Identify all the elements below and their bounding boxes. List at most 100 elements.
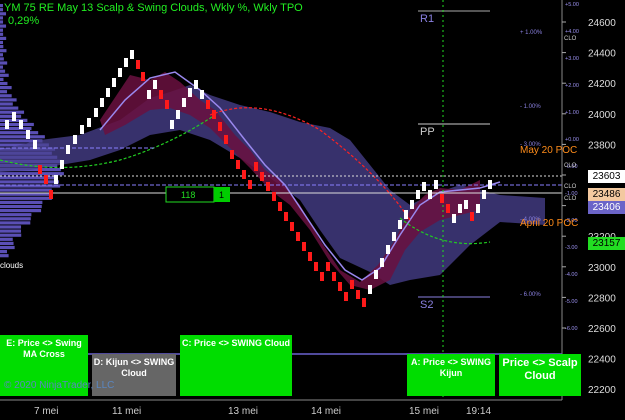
- profile-bar: [0, 229, 21, 233]
- bear-bar: [218, 122, 222, 131]
- profile-bar: [0, 40, 3, 45]
- bull-bar: [386, 245, 390, 254]
- bear-bar: [302, 242, 306, 251]
- pp-label: PP: [420, 126, 435, 138]
- percent-axis-label: -3.00: [565, 245, 578, 251]
- profile-bar: [0, 36, 7, 40]
- price-tick-label: 24600: [588, 18, 616, 29]
- bull-bar: [112, 78, 116, 87]
- bull-bar: [410, 200, 414, 209]
- price-tick-label: 23000: [588, 263, 616, 274]
- bull-bar: [182, 98, 186, 107]
- bull-bar: [130, 50, 134, 59]
- price-marker-poc: 23486: [588, 188, 625, 201]
- bear-bar: [290, 222, 294, 231]
- profile-bar: [0, 32, 4, 36]
- profile-bar: [0, 61, 8, 65]
- bull-bar: [94, 108, 98, 117]
- bear-bar: [38, 165, 42, 174]
- profile-bar: [0, 250, 7, 254]
- bull-bar: [73, 135, 77, 144]
- profile-bar: [0, 176, 58, 180]
- bear-bar: [224, 135, 228, 144]
- bull-bar: [422, 182, 426, 191]
- bull-bar: [194, 80, 198, 89]
- bull-bar: [464, 200, 468, 209]
- price-tick-label: 22800: [588, 293, 616, 304]
- signal-box-c[interactable]: C: Price <> SWING Cloud: [180, 335, 292, 396]
- time-label: 7 mei: [34, 406, 58, 417]
- bear-bar: [296, 232, 300, 241]
- bull-bar: [26, 130, 30, 139]
- bull-bar: [153, 80, 157, 89]
- bear-bar: [470, 212, 474, 221]
- bear-bar: [136, 60, 140, 69]
- profile-bar: [0, 131, 39, 135]
- profile-bar: [0, 221, 31, 225]
- bear-bar: [254, 162, 258, 171]
- percent-axis-label: +2.00: [565, 83, 579, 89]
- profile-bar: [0, 45, 4, 49]
- profile-bar: [0, 213, 32, 217]
- signal-box-a[interactable]: A: Price <> SWING Kijun: [407, 354, 495, 396]
- bull-bar: [188, 88, 192, 97]
- price-tick-label: 24200: [588, 79, 616, 90]
- price-tick-label: 24000: [588, 110, 616, 121]
- profile-bar: [0, 77, 4, 81]
- bull-bar: [66, 145, 70, 154]
- bear-bar: [242, 170, 246, 179]
- bull-bar: [19, 120, 23, 129]
- profile-bar: [0, 180, 60, 184]
- bull-bar: [80, 125, 84, 134]
- profile-bar: [0, 8, 4, 12]
- price-tick-label: 24400: [588, 49, 616, 60]
- bear-bar: [362, 298, 366, 307]
- pct-level-label: + 1.00%: [520, 30, 543, 36]
- cloud-tag: CLO: [564, 163, 577, 169]
- bear-bar: [356, 290, 360, 299]
- price-tick-label: 23800: [588, 140, 616, 151]
- profile-bar: [0, 49, 7, 53]
- pct-level-label: - 4.00%: [520, 217, 541, 223]
- profile-bar: [0, 233, 22, 237]
- profile-bar: [0, 106, 19, 110]
- price-marker-cloud: 23406: [588, 201, 625, 214]
- percent-axis-label: -4.00: [565, 272, 578, 278]
- bear-bar: [248, 180, 252, 189]
- cloud-tag: CLO: [564, 196, 577, 202]
- bear-bar: [308, 252, 312, 261]
- bull-bar: [374, 270, 378, 279]
- bear-bar: [206, 100, 210, 109]
- profile-bar: [0, 217, 31, 221]
- profile-bar: [0, 127, 32, 131]
- bull-bar: [124, 58, 128, 67]
- bear-bar: [141, 72, 145, 81]
- bull-bar: [147, 90, 151, 99]
- time-label: 13 mei: [228, 406, 258, 417]
- profile-bar: [0, 102, 13, 106]
- bear-bar: [320, 272, 324, 281]
- profile-bar: [0, 200, 43, 204]
- profile-bar: [0, 188, 52, 192]
- time-label: 14 mei: [311, 406, 341, 417]
- s2-label: S2: [420, 299, 433, 311]
- bull-bar: [488, 180, 492, 189]
- counter-value: 118: [181, 190, 195, 200]
- profile-bar: [0, 73, 9, 77]
- time-label: 15 mei: [409, 406, 439, 417]
- bull-bar: [118, 68, 122, 77]
- counter-marker-label: 1: [219, 190, 224, 200]
- copyright-text: © 2020 NinjaTrader, LLC: [4, 380, 115, 391]
- bear-bar: [165, 100, 169, 109]
- bear-bar: [49, 190, 53, 199]
- pct-level-label: - 1.00%: [520, 104, 541, 110]
- percent-axis-label: +5.00: [565, 2, 579, 8]
- profile-bar: [0, 172, 64, 176]
- bull-bar: [33, 140, 37, 149]
- bull-bar: [416, 190, 420, 199]
- bull-bar: [170, 120, 174, 129]
- profile-bar: [0, 237, 13, 241]
- bull-bar: [482, 190, 486, 199]
- bear-bar: [230, 150, 234, 159]
- signal-box-scalp[interactable]: Price <> Scalp Cloud: [499, 354, 581, 396]
